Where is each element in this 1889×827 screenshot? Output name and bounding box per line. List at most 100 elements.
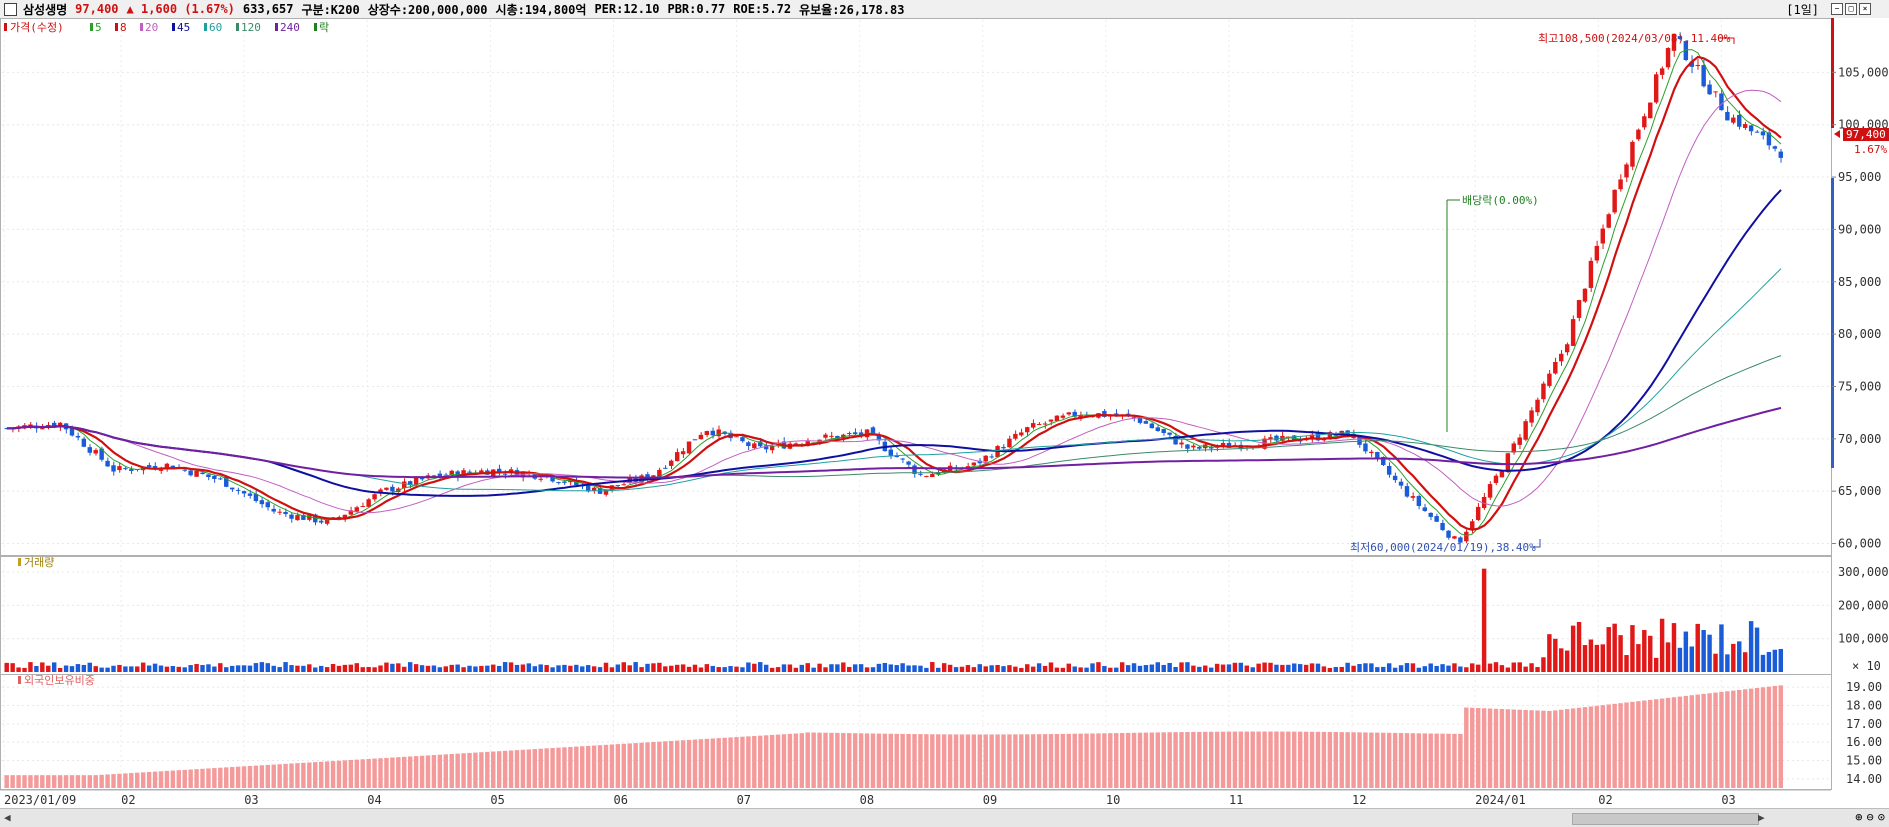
foreign-ratio-bar bbox=[5, 775, 9, 788]
foreign-ratio-bar bbox=[171, 771, 175, 788]
price-tick-label: 90,000 bbox=[1838, 222, 1881, 236]
current-price: 97,400 bbox=[75, 2, 118, 16]
volume-legend-swatch bbox=[18, 558, 21, 566]
volume-bar bbox=[574, 665, 578, 672]
volume-bar bbox=[343, 665, 347, 672]
volume-bar bbox=[817, 664, 821, 672]
foreign-ratio-bar bbox=[539, 749, 543, 788]
minimize-icon[interactable]: − bbox=[1831, 3, 1843, 15]
scroll-right-icon[interactable]: ▶ bbox=[1758, 811, 1765, 824]
stock-chart[interactable]: 105,000100,00095,00090,00085,00080,00075… bbox=[0, 18, 1889, 808]
horizontal-scrollbar[interactable]: ◀ ▶ bbox=[0, 808, 1889, 827]
x-tick-label: 06 bbox=[613, 793, 627, 807]
high-label: 최고108,500(2024/03/08),11.40% bbox=[1538, 32, 1731, 45]
foreign-ratio-bar bbox=[319, 762, 323, 788]
scroll-left-icon[interactable]: ◀ bbox=[4, 811, 11, 824]
volume-bar bbox=[1132, 663, 1136, 672]
foreign-ratio-bar bbox=[34, 775, 38, 788]
foreign-ratio-panel[interactable] bbox=[5, 685, 1784, 788]
candle-body bbox=[829, 436, 833, 437]
foreign-ratio-bar bbox=[135, 773, 139, 788]
volume-bar bbox=[194, 664, 198, 672]
maximize-icon[interactable]: □ bbox=[1845, 3, 1857, 15]
foreign-ratio-bar bbox=[829, 733, 833, 788]
foreign-ratio-bar bbox=[82, 775, 86, 788]
volume-bar bbox=[1102, 666, 1106, 672]
candle-body bbox=[1434, 516, 1438, 522]
volume-bar bbox=[806, 663, 810, 672]
foreign-ratio-bar bbox=[924, 734, 928, 788]
volume-tick-label: 300,000 bbox=[1838, 565, 1889, 579]
foreign-ratio-bar bbox=[1375, 733, 1379, 788]
last-pct-tag-text: 1.67% bbox=[1854, 143, 1887, 156]
foreign-ratio-bar bbox=[966, 734, 970, 788]
select-checkbox[interactable] bbox=[4, 3, 17, 16]
foreign-ratio-bar bbox=[1001, 734, 1005, 788]
volume-panel[interactable] bbox=[5, 569, 1784, 672]
candle-body bbox=[1660, 68, 1664, 74]
volume-bar bbox=[1761, 655, 1765, 672]
volume-bar bbox=[811, 668, 815, 672]
foreign-ratio-bar bbox=[1304, 732, 1308, 788]
volume-bar bbox=[165, 667, 169, 672]
period-selector[interactable]: [1일] bbox=[1786, 1, 1819, 18]
zoom-in-icon[interactable]: ⊕ bbox=[1855, 810, 1862, 824]
foreign-ratio-bar bbox=[722, 738, 726, 788]
foreign-ratio-bar bbox=[1429, 733, 1433, 788]
volume-bar bbox=[1262, 663, 1266, 672]
candle-body bbox=[1162, 429, 1166, 433]
candle-body bbox=[1411, 496, 1415, 498]
foreign-ratio-bar bbox=[254, 766, 258, 788]
x-tick-label: 08 bbox=[860, 793, 874, 807]
candle-body bbox=[1138, 418, 1142, 423]
foreign-ratio-bar bbox=[1316, 732, 1320, 788]
volume-bar bbox=[1084, 668, 1088, 672]
foreign-ratio-bar bbox=[544, 748, 548, 788]
volume-bar bbox=[1013, 667, 1017, 672]
volume-bar bbox=[1334, 667, 1338, 672]
volume-bar bbox=[183, 667, 187, 672]
zoom-reset-icon[interactable]: ⊙ bbox=[1878, 810, 1885, 824]
volume-bar bbox=[675, 665, 679, 672]
volume-bar bbox=[539, 664, 543, 672]
foreign-ratio-bar bbox=[847, 733, 851, 788]
foreign-ratio-bar bbox=[343, 760, 347, 788]
foreign-ratio-bar bbox=[58, 775, 62, 788]
volume-bar bbox=[420, 665, 424, 672]
volume-bar bbox=[859, 664, 863, 672]
volume-bar bbox=[728, 666, 732, 672]
volume-bar bbox=[1446, 666, 1450, 672]
foreign-ratio-bar bbox=[628, 743, 632, 788]
volume-bar bbox=[1547, 634, 1551, 672]
foreign-ratio-bar bbox=[598, 745, 602, 788]
foreign-ratio-bar bbox=[1589, 706, 1593, 788]
foreign-ratio-bar bbox=[1251, 732, 1255, 788]
foreign-ratio-bar bbox=[1553, 710, 1557, 788]
volume-bar bbox=[883, 663, 887, 672]
candle-body bbox=[111, 465, 115, 471]
volume-bar bbox=[1417, 668, 1421, 672]
volume-bar bbox=[1737, 641, 1741, 672]
volume-bar bbox=[1227, 664, 1231, 672]
candle-body bbox=[159, 470, 163, 471]
foreign-ratio-bar bbox=[272, 765, 276, 788]
zoom-out-icon[interactable]: ⊖ bbox=[1867, 810, 1874, 824]
foreign-ratio-bar bbox=[378, 758, 382, 788]
volume-bar bbox=[984, 666, 988, 672]
candle-body bbox=[1167, 433, 1171, 435]
ma-120-line bbox=[7, 356, 1781, 478]
scroll-thumb[interactable] bbox=[1572, 813, 1759, 825]
high-annotation: 최고108,500(2024/03/08),11.40% bbox=[1538, 32, 1734, 45]
candle-body bbox=[218, 478, 222, 479]
price-panel[interactable] bbox=[5, 32, 1784, 543]
stock-name[interactable]: 삼성생명 bbox=[23, 1, 67, 18]
foreign-ratio-bar bbox=[200, 769, 204, 788]
volume-bar bbox=[1559, 648, 1563, 672]
foreign-tick-label: 19.00 bbox=[1846, 680, 1882, 694]
foreign-ratio-bar bbox=[1417, 733, 1421, 788]
foreign-ratio-bar bbox=[1351, 732, 1355, 788]
volume-bar bbox=[177, 667, 181, 672]
x-tick-label: 07 bbox=[737, 793, 751, 807]
close-icon[interactable]: × bbox=[1859, 3, 1871, 15]
foreign-ratio-bar bbox=[657, 742, 661, 788]
